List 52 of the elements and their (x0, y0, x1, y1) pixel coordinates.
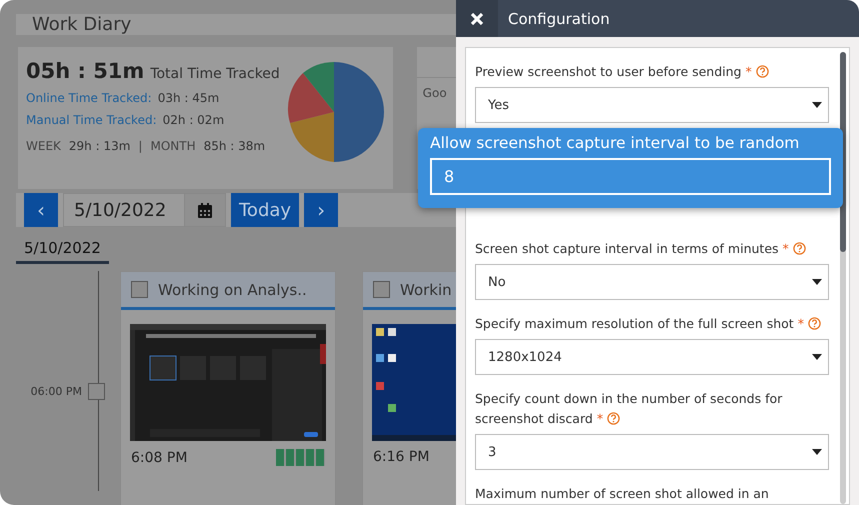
help-icon[interactable] (756, 65, 769, 78)
required-mark: * (796, 316, 804, 331)
separator: | (138, 139, 142, 153)
checkbox[interactable] (373, 281, 390, 298)
week-label: WEEK (26, 139, 61, 153)
select-field[interactable]: 1280x1024 (475, 339, 829, 375)
capture-time: 6:16 PM (373, 449, 430, 465)
field-label: Specify maximum resolution of the full screen shot * (475, 314, 829, 334)
card-title: Working on Analys.. (158, 280, 307, 298)
select-field[interactable]: Yes (475, 87, 829, 123)
help-icon[interactable] (792, 242, 806, 255)
close-button[interactable] (456, 0, 498, 37)
online-time-label: Online Time Tracked: (26, 91, 152, 105)
next-button[interactable]: › (304, 193, 338, 227)
calendar-icon (198, 202, 212, 218)
field-label: Screen shot capture interval in terms of minutes * (475, 239, 829, 259)
help-icon[interactable] (607, 412, 620, 425)
field-label: Specify count down in the number of seconds for screenshot discard * (475, 390, 784, 428)
help-icon[interactable] (808, 317, 821, 330)
caret-icon (812, 279, 822, 285)
required-mark: * (744, 64, 752, 79)
month-label: MONTH (150, 139, 196, 153)
today-button[interactable]: Today (231, 193, 300, 227)
required-mark: * (782, 241, 789, 256)
total-time: 05h : 51m (26, 59, 144, 83)
checkbox[interactable] (88, 382, 105, 400)
online-time: 03h : 45m (158, 91, 220, 105)
checkbox[interactable] (131, 281, 148, 298)
close-icon (470, 12, 484, 26)
panel-title: Configuration (507, 10, 610, 28)
input-field[interactable]: 8 (430, 158, 831, 195)
calendar-button[interactable] (185, 193, 226, 227)
caret-icon (812, 102, 822, 108)
field-label: Maximum number of screen shot allowed in an (475, 485, 770, 503)
popup-label: Allow screenshot capture interval to be random (430, 134, 800, 152)
date-field[interactable]: 5/10/2022 (63, 193, 185, 227)
month-time: 85h : 38m (204, 139, 266, 153)
date-tab[interactable]: 5/10/2022 (16, 239, 109, 264)
page-title: Work Diary (32, 14, 132, 35)
select-field[interactable]: 3 (475, 434, 829, 470)
time-label: 06:00 PM (30, 384, 82, 398)
previous-button[interactable]: ‹ (24, 193, 58, 227)
week-time: 29h : 13m (68, 139, 130, 153)
capture-time: 6:08 PM (131, 450, 188, 466)
select-field[interactable]: No (475, 264, 829, 300)
caret-icon (812, 449, 822, 455)
required-mark: * (596, 411, 604, 426)
manual-time-label: Manual Time Tracked: (26, 113, 157, 127)
card-title: Workin (400, 280, 452, 298)
manual-time: 02h : 02m (162, 113, 224, 127)
total-time-label: Total Time Tracked (150, 66, 280, 82)
caret-icon (812, 354, 822, 360)
